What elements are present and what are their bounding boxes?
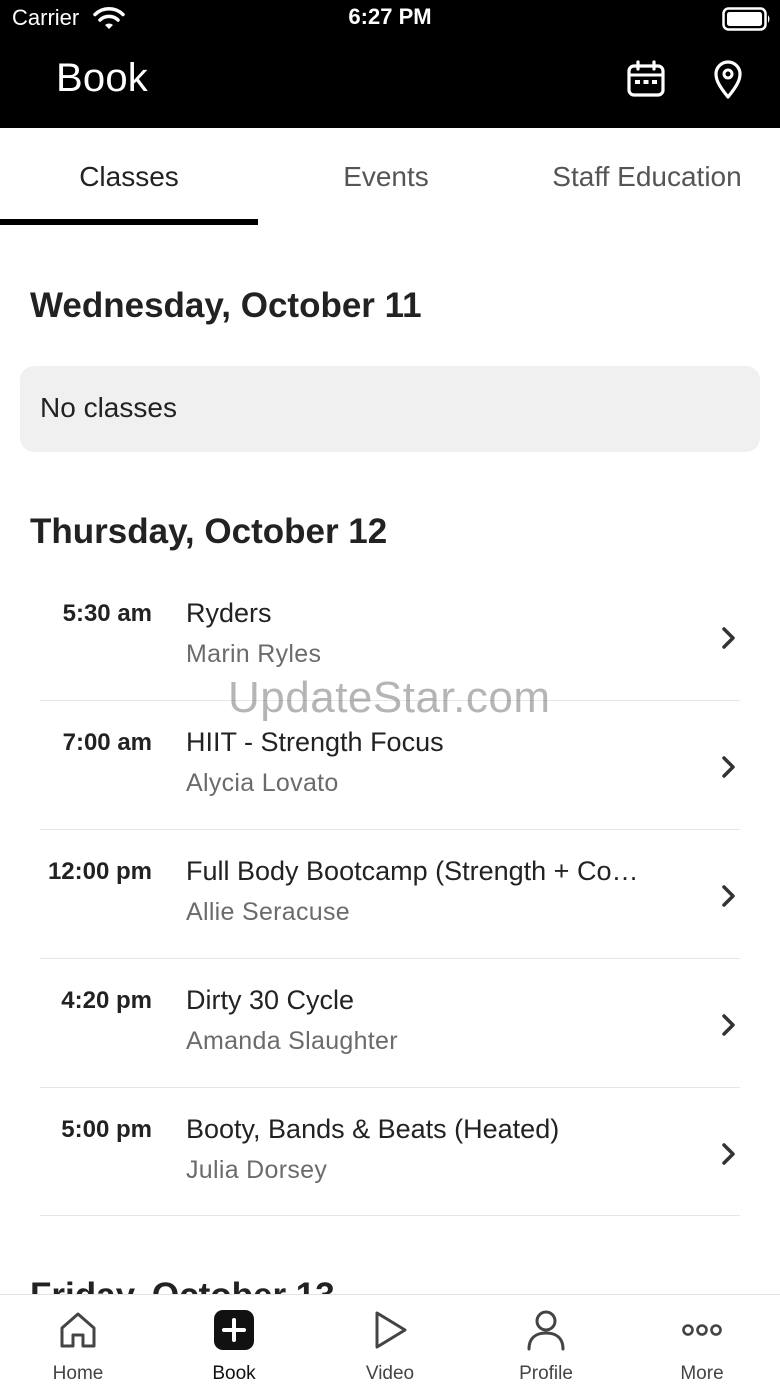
chevron-right-icon [722,756,735,778]
nav-label: Book [212,1363,256,1384]
empty-state-card: No classes [20,366,760,452]
class-instructor: Alycia Lovato [186,769,339,797]
class-instructor: Julia Dorsey [186,1156,328,1184]
home-icon [60,1312,96,1348]
nav-label: Home [52,1363,104,1384]
row-divider [40,1087,740,1088]
tab-bar: Classes Events Staff Education [0,128,780,226]
class-row[interactable]: 7:00 am HIIT - Strength Focus Alycia Lov… [0,711,780,840]
nav-label: Video [365,1363,415,1384]
nav-more[interactable]: More [624,1295,780,1387]
class-name: Ryders [186,598,272,628]
status-time: 6:27 PM [348,4,432,29]
tab-classes[interactable]: Classes [0,128,258,226]
tab-events[interactable]: Events [258,128,514,226]
row-divider [40,958,740,959]
watermark: UpdateStar.com [228,673,551,722]
row-divider [40,829,740,830]
play-icon [375,1311,407,1349]
class-name: HIIT - Strength Focus [186,727,444,757]
chevron-right-icon [722,885,735,907]
class-name: Booty, Bands & Beats (Heated) [186,1114,560,1144]
row-divider [40,1215,740,1216]
nav-label: Profile [519,1363,573,1384]
nav-label: More [680,1363,724,1384]
chevron-right-icon [722,627,735,649]
class-instructor: Marin Ryles [186,640,322,668]
class-name: Full Body Bootcamp (Strength + Co… [186,856,639,886]
day-heading: Thursday, October 12 [30,512,388,551]
more-dots-icon [682,1324,722,1336]
chevron-right-icon [722,1014,735,1036]
day-heading: Wednesday, October 11 [30,286,422,325]
nav-home[interactable]: Home [0,1295,156,1387]
location-pin-icon[interactable] [708,60,748,100]
bottom-nav: Home Book Video Profile More [0,1294,780,1387]
page-title: Book [56,56,148,100]
class-time: 7:00 am [62,729,152,756]
class-instructor: Allie Seracuse [186,898,351,926]
class-row[interactable]: 5:00 pm Booty, Bands & Beats (Heated) Ju… [0,1098,780,1227]
nav-book[interactable]: Book [156,1295,312,1387]
active-tab-indicator [0,219,258,225]
person-icon [527,1310,565,1351]
plus-square-icon [214,1310,254,1350]
class-row[interactable]: 4:20 pm Dirty 30 Cycle Amanda Slaughter [0,969,780,1098]
class-time: 5:30 am [62,600,152,627]
class-instructor: Amanda Slaughter [186,1027,398,1055]
class-row[interactable]: 12:00 pm Full Body Bootcamp (Strength + … [0,840,780,969]
battery-icon [722,7,770,31]
class-time: 5:00 pm [61,1116,152,1143]
class-name: Dirty 30 Cycle [186,985,355,1015]
class-time: 4:20 pm [61,987,152,1014]
top-bar: Carrier 6:27 PM Book [0,0,780,128]
class-time: 12:00 pm [47,858,152,885]
empty-state-message: No classes [40,392,177,423]
calendar-icon[interactable] [626,60,666,100]
nav-video[interactable]: Video [312,1295,468,1387]
tab-staff-education[interactable]: Staff Education [514,128,780,226]
status-bar: Carrier 6:27 PM [0,0,780,40]
chevron-right-icon [722,1143,735,1165]
nav-profile[interactable]: Profile [468,1295,624,1387]
